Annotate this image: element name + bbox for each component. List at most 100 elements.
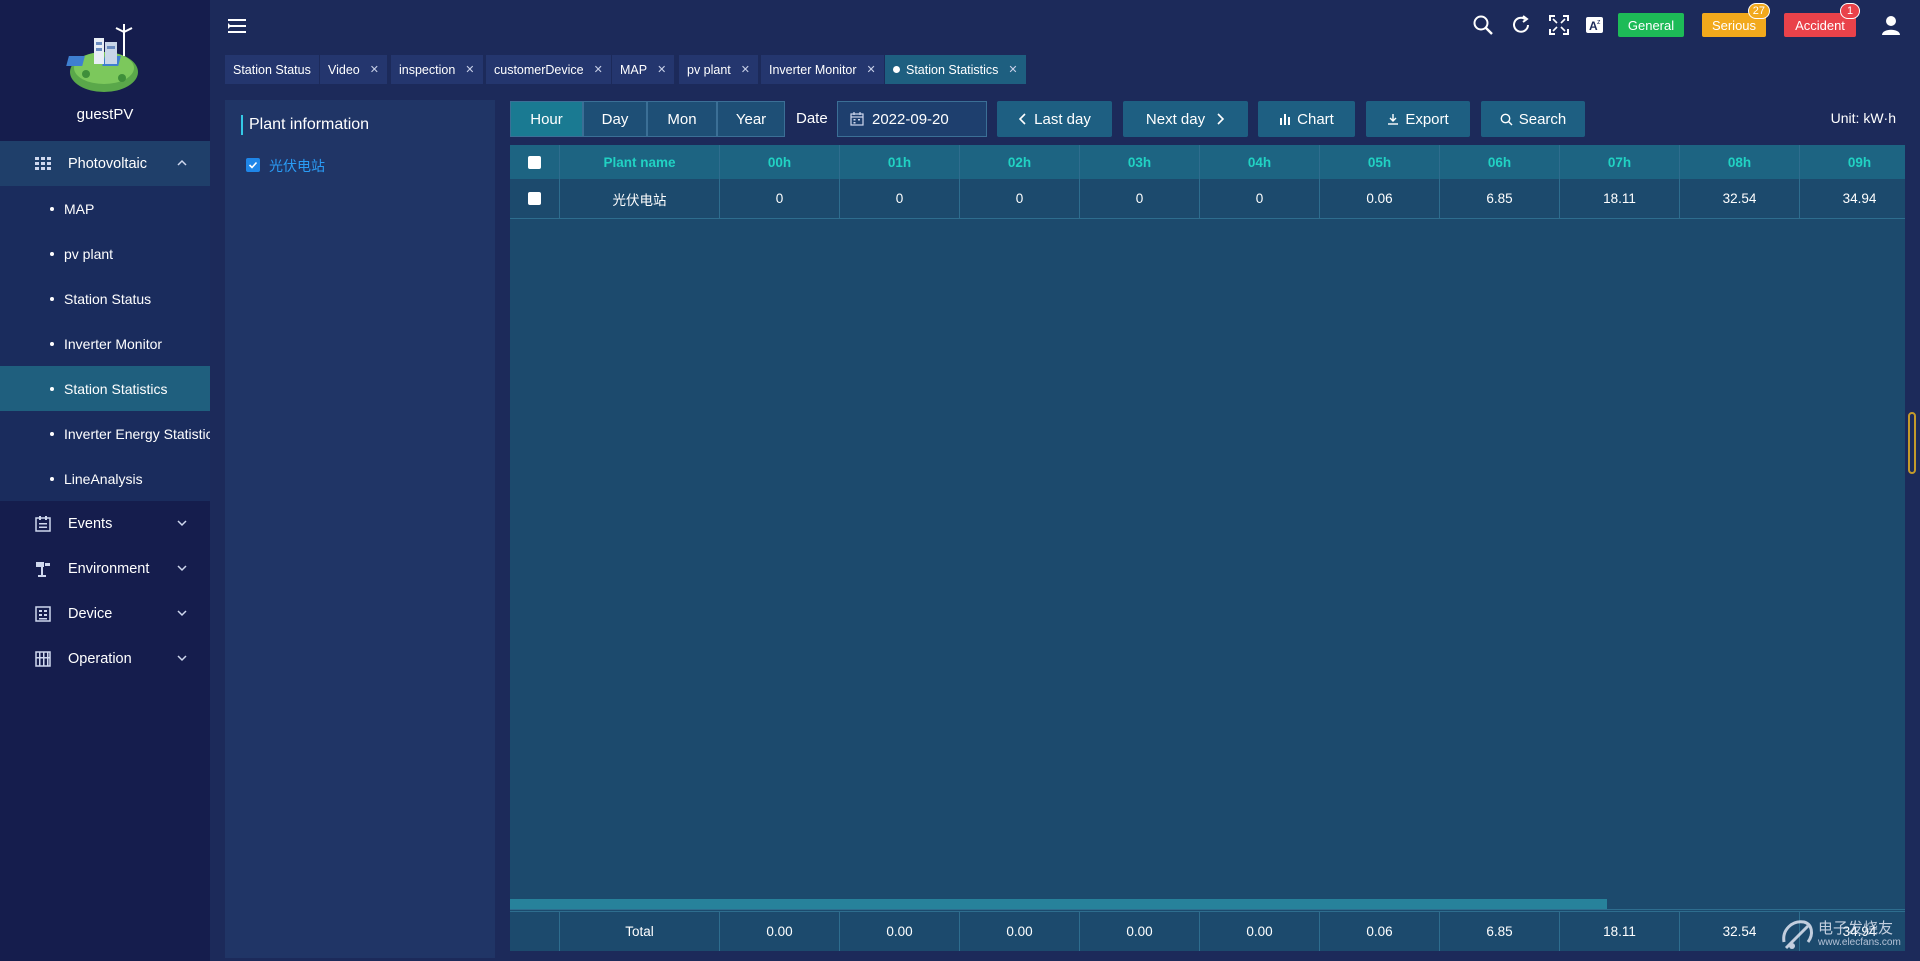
table-cell-value: 0: [960, 179, 1080, 219]
select-all-checkbox[interactable]: [528, 155, 541, 169]
row-checkbox[interactable]: [528, 192, 541, 205]
granularity-year[interactable]: Year: [717, 101, 785, 137]
sidebar-item-station-statistics[interactable]: Station Statistics: [0, 366, 210, 411]
table-cell-value: 34.94: [1800, 179, 1905, 219]
tab-label: customerDevice: [494, 62, 584, 77]
close-icon[interactable]: ✕: [1008, 63, 1017, 76]
last-day-button[interactable]: Last day: [997, 101, 1112, 137]
tab-map[interactable]: MAP ✕: [612, 55, 675, 84]
nav-group-label: Photovoltaic: [68, 155, 147, 172]
grid-panel-icon: [34, 156, 52, 172]
sidebar: guestPV Photovoltaic MAP pv plant Statio…: [0, 0, 210, 961]
granularity-day[interactable]: Day: [583, 101, 647, 137]
search-button[interactable]: Search: [1481, 101, 1585, 137]
column-header-hour: 05h: [1320, 145, 1440, 179]
alarm-accident-label: Accident: [1795, 17, 1845, 33]
table-cell-value: 0: [720, 179, 840, 219]
user-icon[interactable]: [1880, 14, 1902, 36]
bullet-icon: [50, 341, 54, 346]
sidebar-item-station-status[interactable]: Station Status: [0, 276, 210, 321]
sidebar-item-inverter-monitor[interactable]: Inverter Monitor: [0, 321, 210, 366]
footer-total-value: 0.00: [1200, 911, 1320, 951]
search-icon[interactable]: [1472, 14, 1494, 36]
sidebar-item-lineanalysis[interactable]: LineAnalysis: [0, 456, 210, 501]
tab-station-status[interactable]: Station Status: [225, 55, 319, 84]
chart-button[interactable]: Chart: [1258, 101, 1355, 137]
sidebar-item-label: Inverter Energy Statistics: [64, 425, 210, 442]
table-cell-value: 0: [840, 179, 960, 219]
nav-group-environment[interactable]: Environment: [0, 546, 210, 591]
column-header-hour: 03h: [1080, 145, 1200, 179]
solar-station-logo: [66, 24, 138, 92]
tab-pv-plant[interactable]: pv plant ✕: [679, 55, 758, 84]
close-icon[interactable]: ✕: [867, 63, 876, 76]
nav-group-events[interactable]: Events: [0, 501, 210, 546]
unit-label: Unit: kW·h: [1830, 110, 1896, 126]
horizontal-scrollbar[interactable]: [510, 899, 1607, 909]
calendar-icon: [850, 112, 864, 126]
close-icon[interactable]: ✕: [657, 63, 666, 76]
plant-tree-label[interactable]: 光伏电站: [269, 156, 325, 176]
device-icon: [34, 605, 52, 622]
sidebar-item-map[interactable]: MAP: [0, 186, 210, 231]
tab-customerdevice[interactable]: customerDevice ✕: [486, 55, 611, 84]
sidebar-item-label: pv plant: [64, 245, 114, 262]
vertical-scrollbar[interactable]: [1908, 412, 1916, 474]
statistics-table: Plant name 00h 01h 02h 03h 04h 05h 06h 07h 08h 09h…: [510, 145, 1905, 951]
tab-video[interactable]: Video ✕: [320, 55, 387, 84]
footer-total-value: 18.11: [1560, 911, 1680, 951]
close-icon[interactable]: ✕: [594, 63, 603, 76]
column-header-hour: 06h: [1440, 145, 1560, 179]
footer-total-value: 0.00: [960, 911, 1080, 951]
alarm-accident-button[interactable]: Accident 1: [1784, 3, 1860, 37]
granularity-month[interactable]: Mon: [647, 101, 717, 137]
checkmark-icon: [248, 161, 258, 169]
sidebar-item-inverter-energy-statistics[interactable]: Inverter Energy Statistics: [0, 411, 210, 456]
export-button[interactable]: Export: [1366, 101, 1470, 137]
tab-label: Inverter Monitor: [769, 62, 857, 77]
nav-group-device[interactable]: Device: [0, 591, 210, 636]
granularity-hour[interactable]: Hour: [510, 101, 583, 137]
alarm-general-button[interactable]: General: [1618, 13, 1684, 37]
column-header-plant-name: Plant name: [560, 145, 720, 179]
sidebar-item-label: Station Status: [64, 290, 152, 307]
fullscreen-icon[interactable]: [1548, 14, 1570, 36]
tab-station-statistics[interactable]: Station Statistics ✕: [885, 55, 1026, 84]
alarm-serious-label: Serious: [1711, 17, 1757, 33]
tab-inspection[interactable]: inspection ✕: [391, 55, 483, 84]
plant-checkbox[interactable]: [246, 158, 260, 172]
alarm-serious-button[interactable]: Serious 27: [1702, 3, 1770, 37]
footer-total-value: 0.06: [1320, 911, 1440, 951]
sidebar-item-label: Station Statistics: [64, 380, 168, 397]
chevron-down-icon: [177, 520, 187, 527]
next-day-button[interactable]: Next day: [1123, 101, 1248, 137]
menu-toggle-icon[interactable]: [228, 18, 246, 34]
search-icon: [1500, 113, 1513, 125]
chart-label: Chart: [1297, 110, 1334, 128]
sidebar-item-pv-plant[interactable]: pv plant: [0, 231, 210, 276]
close-icon[interactable]: ✕: [465, 63, 474, 76]
date-picker[interactable]: 2022-09-20: [837, 101, 987, 137]
column-header-hour: 09h: [1800, 145, 1905, 179]
tab-inverter-monitor[interactable]: Inverter Monitor ✕: [761, 55, 884, 84]
watermark-text: 电子发烧友: [1818, 920, 1894, 937]
table-cell-value: 18.11: [1560, 179, 1680, 219]
close-icon[interactable]: ✕: [741, 63, 750, 76]
chevron-down-icon: [177, 610, 187, 617]
footer-total-value: 0.00: [840, 911, 960, 951]
close-icon[interactable]: ✕: [370, 63, 379, 76]
refresh-icon[interactable]: [1510, 14, 1532, 36]
tab-label: MAP: [620, 62, 648, 77]
nav-group-photovoltaic[interactable]: Photovoltaic: [0, 141, 210, 186]
select-all-cell: [510, 145, 560, 179]
column-header-hour: 02h: [960, 145, 1080, 179]
table-cell-value: 6.85: [1440, 179, 1560, 219]
watermark-logo-icon: [1782, 920, 1813, 950]
svg-text:z: z: [1597, 19, 1601, 26]
language-icon[interactable]: Az: [1584, 14, 1606, 36]
bar-chart-icon: [1280, 114, 1291, 125]
chevron-right-icon: [1217, 113, 1225, 125]
weather-station-icon: [34, 561, 52, 577]
nav-group-operation[interactable]: Operation: [0, 636, 210, 681]
alarm-general-label: General: [1627, 17, 1675, 33]
